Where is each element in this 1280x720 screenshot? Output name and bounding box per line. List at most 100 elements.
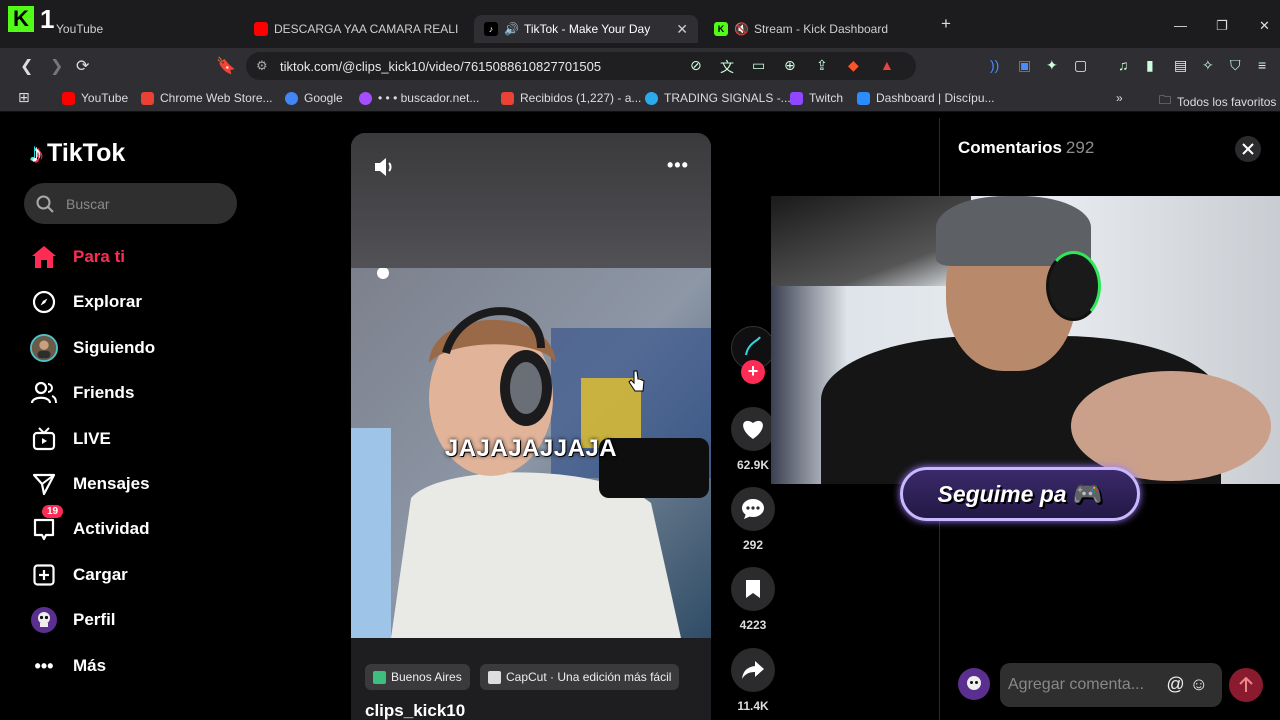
bookmark-chrome-web-store[interactable]: Chrome Web Store... — [141, 91, 273, 105]
like-button[interactable]: 62.9K — [730, 407, 776, 472]
search-placeholder: Buscar — [66, 195, 110, 212]
nav-perfil[interactable]: Perfil — [30, 606, 116, 634]
wave-extension-icon[interactable]: )) — [990, 57, 999, 73]
bookmark-twitch[interactable]: Twitch — [790, 91, 843, 105]
video-author[interactable]: clips_kick10 — [365, 701, 465, 720]
nav-cargar[interactable]: Cargar — [30, 561, 128, 589]
bookmark-google[interactable]: Google — [285, 91, 343, 105]
share-button[interactable]: 11.4K — [730, 648, 776, 713]
user-avatar-icon — [958, 668, 990, 700]
tab-descarga[interactable]: DESCARGA YAA CAMARA REALISTA ( — [254, 15, 459, 43]
translate-icon[interactable]: 文 — [720, 57, 734, 77]
bookmarks-bar: ⊞ YouTube Chrome Web Store... Google • •… — [0, 84, 1280, 112]
bookmark-icon[interactable]: 🔖 — [216, 56, 236, 76]
nav-label: Mensajes — [73, 474, 150, 493]
search-icon — [36, 195, 54, 213]
translate-extension-icon[interactable]: ▣ — [1018, 57, 1031, 74]
nav-label: Para ti — [73, 247, 125, 266]
video-player[interactable]: JAJAJAJJAJA ••• Buenos Aires CapCut · Un… — [351, 133, 711, 720]
mention-emoji-icons[interactable]: @ ☺ — [1166, 674, 1208, 695]
bookmark-label: Google — [304, 91, 343, 105]
nav-live[interactable]: LIVE — [30, 425, 111, 453]
bookmark-label: Todos los favoritos — [1177, 94, 1277, 109]
nav-label: Siguiendo — [73, 338, 156, 357]
following-avatar-icon — [30, 334, 58, 362]
telegram-icon — [645, 91, 658, 105]
capcut-chip[interactable]: CapCut · Una edición más fácil — [480, 664, 680, 690]
bookmark-label: YouTube — [81, 91, 129, 105]
nav-explorar[interactable]: Explorar — [30, 288, 142, 316]
youtube-icon — [62, 91, 75, 105]
reload-button[interactable]: ⟳ — [76, 56, 89, 76]
wallet-icon[interactable]: ▤ — [1174, 57, 1187, 74]
creator-avatar-button[interactable]: + — [730, 326, 776, 384]
heart-icon — [731, 407, 775, 451]
search-input[interactable]: Buscar — [24, 183, 237, 224]
tab-tiktok[interactable]: ♪ 🔊 TikTok - Make Your Day ✕ — [474, 15, 698, 43]
vpn-icon[interactable]: ⛉ — [1230, 57, 1241, 74]
minimize-button[interactable]: — — [1174, 18, 1187, 33]
video-more-options-icon[interactable]: ••• — [667, 155, 689, 176]
overlay-number: 1 — [40, 4, 55, 34]
bookmark-label: • • • buscador.net... — [378, 91, 480, 105]
close-tab-icon[interactable]: ✕ — [676, 21, 688, 38]
share-icon[interactable]: ⇪ — [816, 57, 828, 74]
tab-youtube[interactable]: YouTube — [56, 15, 236, 43]
new-tab-button[interactable]: + — [941, 14, 951, 34]
screenshot-extension-icon[interactable]: ▢ — [1074, 57, 1087, 74]
send-comment-button[interactable] — [1229, 668, 1263, 702]
menu-icon[interactable]: ≡ — [1258, 57, 1266, 73]
restore-button[interactable]: ❐ — [1216, 18, 1228, 34]
nav-para-ti[interactable]: Para ti — [30, 243, 125, 271]
tab-label: Stream - Kick Dashboard — [753, 22, 889, 36]
site-info-icon[interactable]: ⚙ — [256, 58, 268, 74]
close-comments-button[interactable] — [1235, 136, 1261, 162]
ai-assistant-icon[interactable]: ✧ — [1202, 57, 1214, 74]
headphone-icon — [1046, 251, 1101, 321]
follow-plus-icon[interactable]: + — [741, 360, 765, 384]
buscador-icon — [359, 91, 372, 105]
all-bookmarks-folder[interactable]: 🗀 Todos los favoritos — [1159, 91, 1276, 112]
bookmark-trading-signals[interactable]: TRADING SIGNALS -... — [645, 91, 791, 105]
more-bookmarks-icon[interactable]: » — [1116, 91, 1123, 105]
nav-siguiendo[interactable]: Siguiendo — [30, 334, 155, 362]
music-icon[interactable]: ♫ — [1118, 57, 1129, 73]
nav-mas[interactable]: ••• Más — [30, 652, 107, 680]
tab-kick-dashboard[interactable]: K 🔇 Stream - Kick Dashboard — [714, 15, 914, 43]
profile-icon — [30, 606, 58, 634]
bookmark-save-icon — [731, 567, 775, 611]
gamepad-icon: 🎮 — [1072, 480, 1103, 508]
screen-icon[interactable]: ▭ — [752, 57, 765, 74]
location-chip[interactable]: Buenos Aires — [365, 664, 470, 690]
volume-icon[interactable] — [373, 157, 395, 182]
close-window-button[interactable]: ✕ — [1259, 18, 1270, 34]
tiktok-favicon-icon: ♪ — [484, 22, 498, 36]
tab-label: YouTube — [56, 22, 104, 36]
overlay-text: Seguime pa — [937, 480, 1067, 507]
tiktok-logo[interactable]: ♪ TikTok — [30, 138, 125, 169]
nav-mensajes[interactable]: Mensajes — [30, 470, 150, 498]
brave-shield-icon[interactable]: ◆ — [848, 57, 859, 74]
url-text: tiktok.com/@clips_kick10/video/761508861… — [280, 58, 602, 74]
no-cast-icon[interactable]: ⊘ — [690, 57, 702, 74]
nav-friends[interactable]: Friends — [30, 379, 134, 407]
comment-input[interactable]: Agregar comenta... @ ☺ — [1000, 663, 1222, 707]
back-button[interactable]: ❮ — [20, 56, 33, 76]
twitch-icon — [790, 91, 803, 105]
forward-button[interactable]: ❯ — [50, 56, 63, 76]
bookmark-dashboard[interactable]: Dashboard | Discípu... — [857, 91, 995, 105]
zoom-icon[interactable]: ⊕ — [784, 57, 796, 74]
bookmark-buscador[interactable]: • • • buscador.net... — [359, 91, 479, 105]
extensions-icon[interactable]: ✦ — [1046, 57, 1058, 74]
bookmark-youtube[interactable]: YouTube — [62, 91, 128, 105]
brave-rewards-icon[interactable]: ▲ — [880, 57, 894, 73]
comment-button[interactable]: 292 — [730, 487, 776, 552]
browser-tabbar: K 1 YouTube DESCARGA YAA CAMARA REALISTA… — [0, 0, 1280, 48]
apps-grid-icon[interactable]: ⊞ — [18, 89, 30, 106]
sidebar-toggle-icon[interactable]: ▮ — [1146, 57, 1154, 74]
save-button[interactable]: 4223 — [730, 567, 776, 632]
logo-text: TikTok — [47, 139, 126, 167]
nav-actividad[interactable]: 19 Actividad — [30, 505, 150, 543]
bookmark-gmail[interactable]: Recibidos (1,227) - a... — [501, 91, 641, 105]
arrow-up-icon — [1239, 677, 1253, 692]
